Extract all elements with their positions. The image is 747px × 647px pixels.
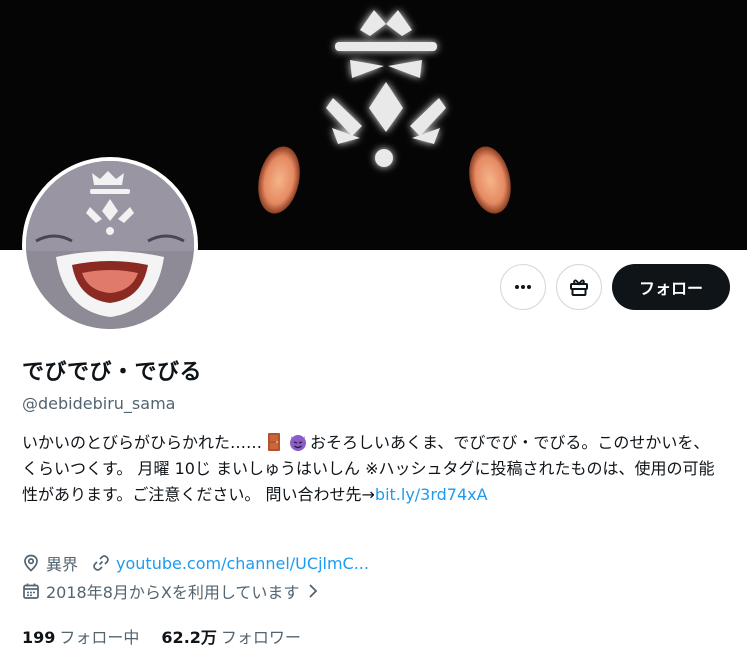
display-name: でびでび・でびる	[22, 360, 203, 385]
following-count: 199	[22, 628, 56, 647]
profile-actions: フォロー	[500, 264, 730, 310]
more-button[interactable]	[500, 264, 546, 310]
profile-meta-row: 異界 youtube.com/channel/UCjlmC...	[22, 551, 383, 575]
devil-emoji	[290, 435, 307, 451]
followers-stat[interactable]: 62.2万 フォロワー	[161, 624, 301, 647]
link-icon	[93, 555, 109, 571]
following-label: フォロー中	[59, 628, 140, 647]
calendar-icon	[23, 583, 39, 599]
door-emoji	[268, 433, 281, 451]
location-icon	[24, 554, 38, 572]
user-handle: @debidebiru_sama	[22, 394, 176, 413]
profile-bio: いかいのとびらがひらかれた…… おそろしいあくま、でびでび・でびる。このせかいを…	[22, 430, 722, 508]
website-item: youtube.com/channel/UCjlmC...	[92, 554, 369, 573]
follow-button[interactable]: フォロー	[612, 264, 730, 310]
avatar-image	[26, 161, 194, 329]
bio-link[interactable]: bit.ly/3rd74xA	[375, 485, 488, 504]
gift-button[interactable]	[556, 264, 602, 310]
joined-text: 2018年8月からXを利用しています	[46, 583, 300, 602]
profile-stats: 199 フォロー中 62.2万 フォロワー	[22, 624, 301, 647]
location-text: 異界	[46, 555, 79, 574]
profile-joined-row[interactable]: 2018年8月からXを利用しています	[22, 579, 327, 603]
followers-count: 62.2万	[161, 628, 217, 647]
website-link[interactable]: youtube.com/channel/UCjlmC...	[116, 554, 369, 573]
profile-avatar[interactable]	[22, 157, 198, 333]
location-item: 異界	[22, 551, 78, 575]
followers-label: フォロワー	[220, 628, 301, 647]
more-icon	[515, 285, 531, 289]
gift-icon	[570, 279, 588, 296]
chevron-right-icon	[309, 584, 318, 598]
bio-text-1: いかいのとびらがひらかれた……	[22, 433, 263, 452]
following-stat[interactable]: 199 フォロー中	[22, 624, 139, 647]
